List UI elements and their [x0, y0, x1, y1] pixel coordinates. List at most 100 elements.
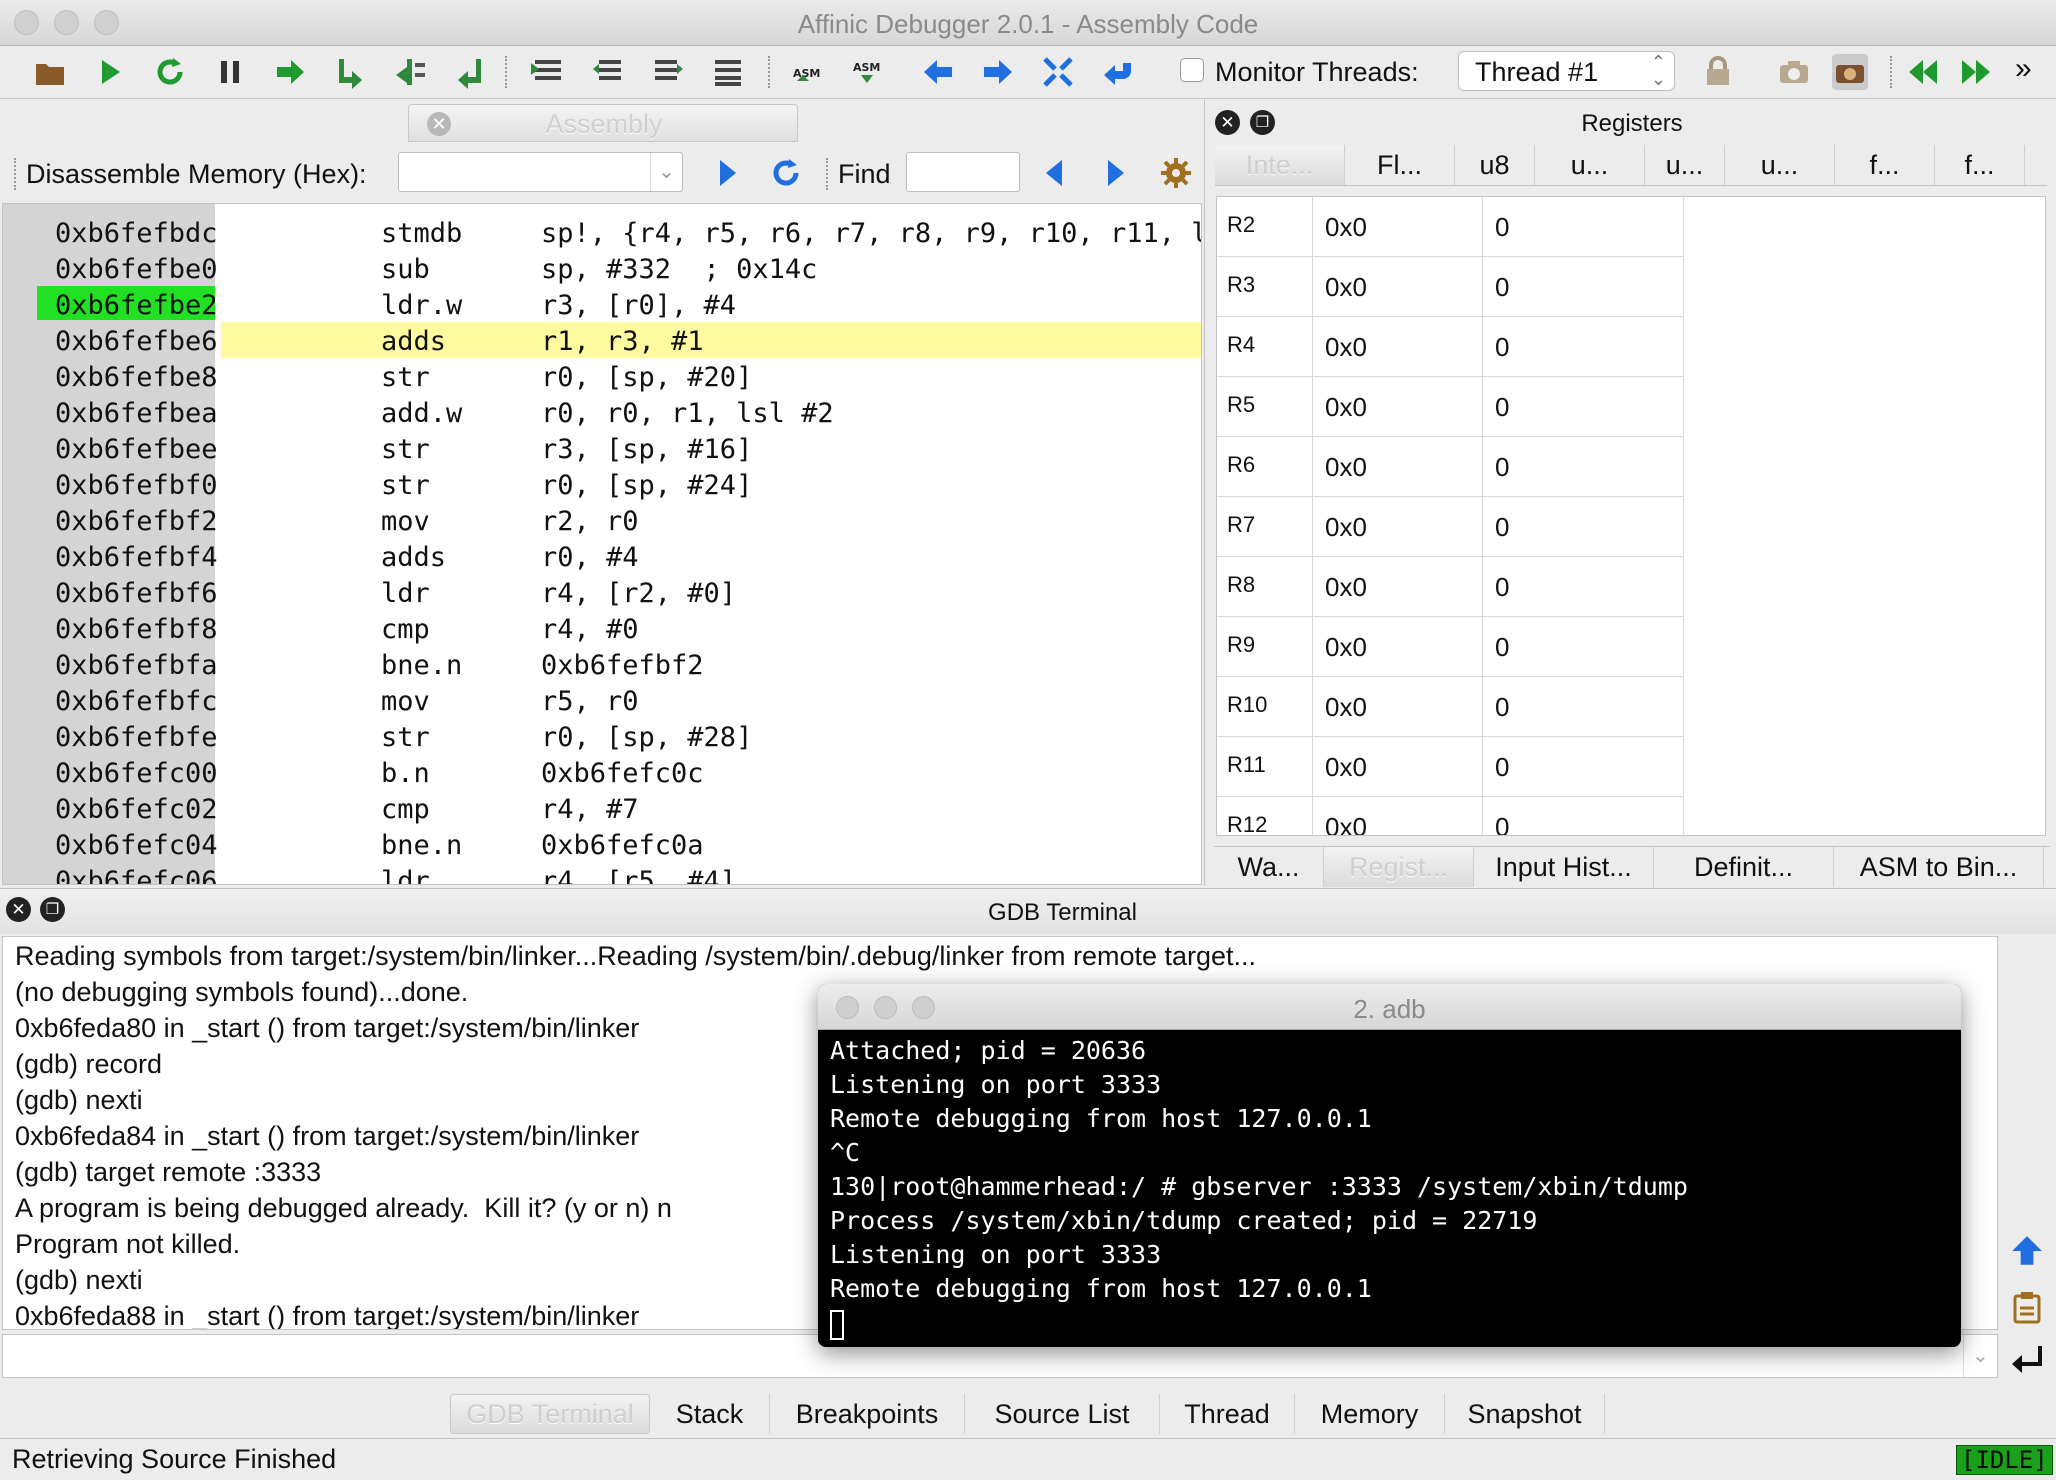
register-type-tab[interactable]: u...: [1535, 145, 1645, 185]
register-name: R11: [1227, 752, 1266, 777]
asm-finish-icon[interactable]: [650, 54, 686, 90]
monitor-threads-checkbox[interactable]: [1180, 58, 1204, 82]
step-into-icon[interactable]: [332, 54, 368, 90]
bottom-panel-tab[interactable]: Memory: [1295, 1394, 1445, 1434]
lock-icon[interactable]: [1700, 54, 1736, 90]
history-up-icon[interactable]: [2004, 1228, 2050, 1274]
registers-bottom-tab[interactable]: ASM to Bin...: [1834, 847, 2044, 887]
asm-row[interactable]: 0xb6fefbf2 mov r2, r0: [3, 502, 1201, 538]
asm-row[interactable]: 0xb6fefbf8 cmp r4, #0: [3, 610, 1201, 646]
asm-opcode: str: [381, 470, 430, 501]
register-row[interactable]: R8 0x0 0: [1217, 557, 1683, 617]
register-row[interactable]: R6 0x0 0: [1217, 437, 1683, 497]
settings-gear-icon[interactable]: [1158, 155, 1194, 191]
asm-opcode: bne.n: [381, 830, 463, 861]
register-type-tab[interactable]: f...: [1835, 145, 1935, 185]
asm-opcode: mov: [381, 686, 430, 717]
disassemble-address-input[interactable]: ⌄: [398, 152, 683, 192]
asm-row[interactable]: 0xb6fefbf4 adds r0, #4: [3, 538, 1201, 574]
disassemble-go-icon[interactable]: [710, 155, 746, 191]
asm-row[interactable]: 0xb6fefbfe str r0, [sp, #28]: [3, 718, 1201, 754]
adb-terminal-window[interactable]: 2. adb Attached; pid = 20636 Listening on…: [818, 984, 1961, 1347]
step-over-icon[interactable]: [392, 54, 428, 90]
rewind-icon[interactable]: [1905, 54, 1941, 90]
asm-row[interactable]: 0xb6fefc02 cmp r4, #7: [3, 790, 1201, 826]
bottom-panel-tab[interactable]: Thread: [1160, 1394, 1295, 1434]
asm-row[interactable]: 0xb6fefc00 b.n 0xb6fefc0c: [3, 754, 1201, 790]
bottom-panel-tab[interactable]: GDB Terminal: [450, 1394, 650, 1434]
fast-forward-icon[interactable]: [1958, 54, 1994, 90]
asm-operands: r0, [sp, #20]: [541, 362, 753, 393]
open-file-icon[interactable]: [32, 54, 68, 90]
asm-row[interactable]: 0xb6fefbdc stmdb sp!, {r4, r5, r6, r7, r8,…: [3, 214, 1201, 250]
asm-step-icon[interactable]: [530, 54, 566, 90]
collapse-icon[interactable]: [1040, 54, 1076, 90]
registers-bottom-tab[interactable]: Input Hist...: [1474, 847, 1654, 887]
asm-download-icon[interactable]: ASM: [850, 54, 886, 90]
register-type-tab[interactable]: f...: [1935, 145, 2025, 185]
bottom-panel-tab[interactable]: Snapshot: [1445, 1394, 1605, 1434]
asm-row[interactable]: 0xb6fefbe6 adds r1, r3, #1: [3, 322, 1201, 358]
refresh-icon[interactable]: [768, 155, 804, 191]
register-row[interactable]: R5 0x0 0: [1217, 377, 1683, 437]
dropdown-icon[interactable]: ⌄: [650, 153, 682, 191]
register-table[interactable]: R2 0x0 0 R3 0x0 0 R4 0x0 0 R5 0x0 0 R6 0x0 0 R7 0x0 0 R8 0x…: [1216, 196, 2046, 836]
asm-row[interactable]: 0xb6fefbe2 ldr.w r3, [r0], #4: [3, 286, 1201, 322]
disassembly-listing[interactable]: 0xb6fefbdc stmdb sp!, {r4, r5, r6, r7, r8,…: [2, 203, 1202, 885]
register-row[interactable]: R12 0x0 0: [1217, 797, 1683, 835]
back-arrow-icon[interactable]: [920, 54, 956, 90]
register-type-tab[interactable]: u8: [1455, 145, 1535, 185]
continue-icon[interactable]: [272, 54, 308, 90]
thread-select[interactable]: Thread #1 ⌃ ⌄: [1458, 51, 1675, 91]
pause-icon[interactable]: [212, 54, 248, 90]
find-next-icon[interactable]: [1098, 155, 1134, 191]
register-row[interactable]: R4 0x0 0: [1217, 317, 1683, 377]
register-row[interactable]: R10 0x0 0: [1217, 677, 1683, 737]
asm-row[interactable]: 0xb6fefbf6 ldr r4, [r2, #0]: [3, 574, 1201, 610]
camera-icon[interactable]: [1776, 54, 1812, 90]
asm-address: 0xb6fefbea: [55, 398, 218, 429]
asm-row[interactable]: 0xb6fefbea add.w r0, r0, r1, lsl #2: [3, 394, 1201, 430]
find-prev-icon[interactable]: [1036, 155, 1072, 191]
return-arrow-icon[interactable]: [1100, 54, 1136, 90]
clipboard-icon[interactable]: [2004, 1284, 2050, 1330]
asm-row[interactable]: 0xb6fefbf0 str r0, [sp, #24]: [3, 466, 1201, 502]
command-dropdown-icon[interactable]: ⌄: [1963, 1335, 1997, 1377]
register-type-tab[interactable]: Fl...: [1345, 145, 1455, 185]
registers-bottom-tab[interactable]: Wa...: [1214, 847, 1324, 887]
register-type-tab[interactable]: u...: [1725, 145, 1835, 185]
snapshot-icon[interactable]: [1832, 54, 1868, 90]
enter-command-icon[interactable]: [2004, 1336, 2050, 1382]
register-row[interactable]: R7 0x0 0: [1217, 497, 1683, 557]
register-row[interactable]: R3 0x0 0: [1217, 257, 1683, 317]
bottom-panel-tab[interactable]: Stack: [650, 1394, 770, 1434]
adb-output-line: ^C: [830, 1138, 861, 1167]
registers-bottom-tab[interactable]: Regist...: [1324, 847, 1474, 887]
asm-row[interactable]: 0xb6fefbe0 sub sp, #332 ; 0x14c: [3, 250, 1201, 286]
assembly-tab[interactable]: ✕ Assembly: [408, 104, 798, 142]
asm-row[interactable]: 0xb6fefbee str r3, [sp, #16]: [3, 430, 1201, 466]
register-row[interactable]: R11 0x0 0: [1217, 737, 1683, 797]
asm-row[interactable]: 0xb6fefbfc mov r5, r0: [3, 682, 1201, 718]
asm-row[interactable]: 0xb6fefbe8 str r0, [sp, #20]: [3, 358, 1201, 394]
run-icon[interactable]: [92, 54, 128, 90]
registers-bottom-tab[interactable]: Definit...: [1654, 847, 1834, 887]
asm-next-icon[interactable]: [590, 54, 626, 90]
asm-row[interactable]: 0xb6fefc04 bne.n 0xb6fefc0a: [3, 826, 1201, 862]
asm-row[interactable]: 0xb6fefbfa bne.n 0xb6fefbf2: [3, 646, 1201, 682]
asm-upload-icon[interactable]: ASM: [790, 54, 826, 90]
register-type-tab[interactable]: u...: [1645, 145, 1725, 185]
asm-address: 0xb6fefbee: [55, 434, 218, 465]
step-out-icon[interactable]: [452, 54, 488, 90]
bottom-panel-tab[interactable]: Breakpoints: [770, 1394, 965, 1434]
register-type-tab[interactable]: Inte...: [1215, 145, 1345, 185]
register-row[interactable]: R2 0x0 0: [1217, 197, 1683, 257]
bottom-panel-tab[interactable]: Source List: [965, 1394, 1160, 1434]
asm-list-icon[interactable]: [710, 54, 746, 90]
asm-row[interactable]: 0xb6fefc06 ldr r4, [r5, #4]: [3, 862, 1201, 884]
toolbar-overflow-icon[interactable]: »: [2015, 52, 2032, 86]
restart-icon[interactable]: [152, 54, 188, 90]
forward-arrow-icon[interactable]: [980, 54, 1016, 90]
register-row[interactable]: R9 0x0 0: [1217, 617, 1683, 677]
find-input[interactable]: [906, 152, 1020, 192]
